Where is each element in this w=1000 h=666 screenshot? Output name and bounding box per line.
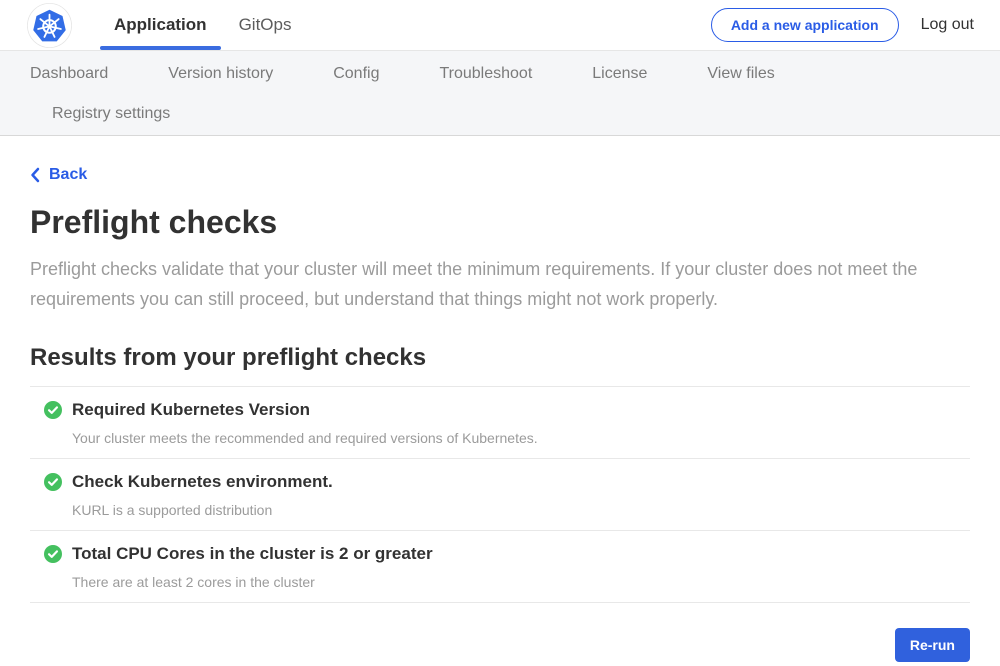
- page-actions: Re-run: [30, 628, 970, 662]
- page-description-line-1: Preflight checks validate that your clus…: [30, 254, 970, 284]
- page-description: Preflight checks validate that your clus…: [30, 254, 970, 314]
- preflight-results-list: Required Kubernetes Version Your cluster…: [30, 386, 970, 603]
- check-title: Total CPU Cores in the cluster is 2 or g…: [72, 544, 970, 564]
- tab-application[interactable]: Application: [100, 0, 221, 50]
- kubernetes-logo-icon[interactable]: [27, 3, 72, 48]
- check-message: Your cluster meets the recommended and r…: [72, 430, 970, 446]
- page-description-line-2: requirements you can still proceed, but …: [30, 284, 970, 314]
- subnav-item-version-history[interactable]: Version history: [168, 64, 273, 84]
- tab-application-label: Application: [114, 15, 207, 35]
- logout-link[interactable]: Log out: [921, 16, 974, 34]
- top-nav: Application GitOps Add a new application…: [0, 0, 1000, 50]
- check-message: There are at least 2 cores in the cluste…: [72, 574, 970, 590]
- subnav-row-2: Registry settings: [52, 104, 970, 124]
- app-subnav: Dashboard Version history Config Trouble…: [0, 50, 1000, 136]
- check-circle-icon: [44, 473, 62, 491]
- preflight-result-row: Total CPU Cores in the cluster is 2 or g…: [30, 530, 970, 602]
- check-message: KURL is a supported distribution: [72, 502, 970, 518]
- preflight-result-row: Required Kubernetes Version Your cluster…: [30, 386, 970, 458]
- chevron-left-icon: [30, 167, 40, 183]
- check-title: Required Kubernetes Version: [72, 400, 970, 420]
- check-circle-icon: [44, 401, 62, 419]
- primary-tabs: Application GitOps: [98, 0, 307, 50]
- subnav-item-config[interactable]: Config: [333, 64, 379, 84]
- subnav-item-dashboard[interactable]: Dashboard: [30, 64, 108, 84]
- subnav-row-1: Dashboard Version history Config Trouble…: [30, 64, 970, 84]
- subnav-item-license[interactable]: License: [592, 64, 647, 84]
- back-link-label: Back: [49, 166, 87, 184]
- tab-gitops-label: GitOps: [239, 15, 292, 35]
- add-new-application-button[interactable]: Add a new application: [711, 8, 899, 42]
- preflight-page: Back Preflight checks Preflight checks v…: [0, 136, 1000, 662]
- subnav-item-troubleshoot[interactable]: Troubleshoot: [439, 64, 532, 84]
- back-link[interactable]: Back: [30, 166, 87, 184]
- tab-gitops[interactable]: GitOps: [225, 0, 306, 50]
- page-title: Preflight checks: [30, 202, 970, 242]
- check-circle-icon: [44, 545, 62, 563]
- subnav-item-registry-settings[interactable]: Registry settings: [52, 104, 170, 124]
- results-heading: Results from your preflight checks: [30, 344, 970, 372]
- preflight-result-row: Check Kubernetes environment. KURL is a …: [30, 458, 970, 530]
- check-title: Check Kubernetes environment.: [72, 472, 970, 492]
- rerun-button[interactable]: Re-run: [895, 628, 970, 662]
- subnav-item-view-files[interactable]: View files: [707, 64, 774, 84]
